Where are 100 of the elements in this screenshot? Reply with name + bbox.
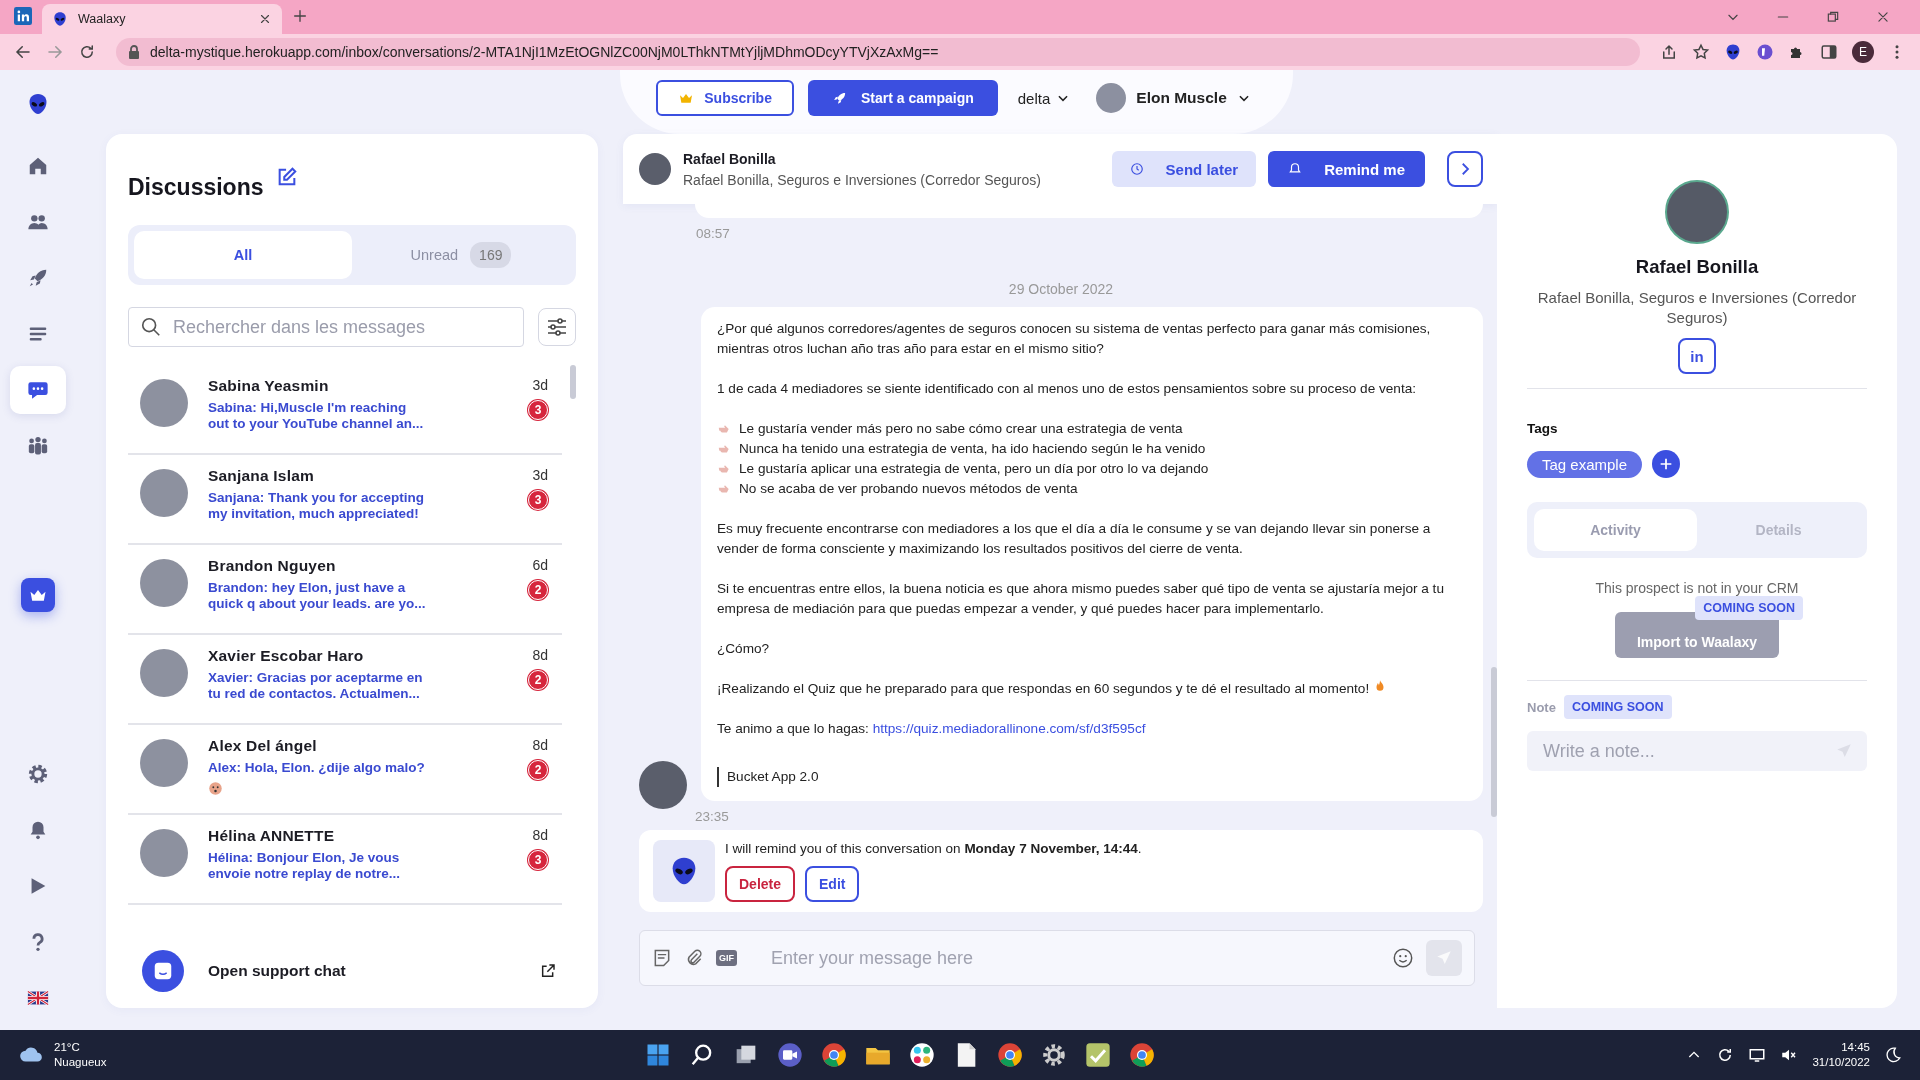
- avatar: [140, 739, 188, 787]
- message-text: 1 de cada 4 mediadores se siente identificado con al menos uno de estos pensamientos sobre su proceso de venta:: [717, 380, 1417, 398]
- message-time: 23:35: [695, 809, 730, 824]
- browser-icon[interactable]: [820, 1041, 848, 1069]
- start-campaign-button[interactable]: Start a campaign: [807, 80, 998, 116]
- group-icon: [27, 435, 49, 457]
- conversation-item[interactable]: Xavier Escobar Haro Xavier: Gracias por aceptarme en tu red de contactos. Actualmen... 8d 2: [128, 635, 562, 725]
- monitor-icon[interactable]: [1748, 1046, 1767, 1064]
- date-separator: 29 October 2022: [1007, 281, 1115, 297]
- profile-button[interactable]: E: [1852, 41, 1874, 63]
- unread-badge: 2: [528, 760, 548, 780]
- browser-tab[interactable]: Waalaxy: [42, 4, 282, 34]
- message-text: ¿Cómo?: [717, 640, 771, 658]
- side-panel-icon[interactable]: [1820, 43, 1838, 61]
- delete-button[interactable]: Delete: [725, 865, 796, 902]
- avatar: [1096, 83, 1127, 113]
- close-icon[interactable]: [258, 12, 272, 26]
- weather-text: Nuagueux: [54, 1055, 107, 1070]
- message-preview: Hélina: Bonjour Elon, Je vous envoie notre replay de notre...: [208, 850, 402, 882]
- edit-button[interactable]: Edit: [805, 865, 860, 902]
- contact-subtitle: Rafael Bonilla, Seguros e Inversiones (Corredor Seguros): [683, 171, 1042, 188]
- sliders-icon: [545, 315, 569, 339]
- filter-tab[interactable]: All: [134, 231, 352, 279]
- plus-icon[interactable]: [292, 8, 308, 24]
- address-bar[interactable]: delta-mystique.herokuapp.com/inbox/conversations/2-MTA1NjI1MzEtOGNlZC00NjM0LThkNTMtYjljMDhmODcyYTVjXzAxMg==: [116, 38, 1640, 66]
- unread-badge: 3: [528, 490, 548, 510]
- avatar: [140, 559, 188, 607]
- alien-icon[interactable]: [1724, 43, 1742, 61]
- next-button[interactable]: [1447, 151, 1483, 187]
- star-icon[interactable]: [1692, 43, 1710, 61]
- avatar: [639, 761, 687, 809]
- message-preview: Xavier: Gracias por aceptarme en tu red de contactos. Actualmen...: [208, 670, 424, 702]
- app-icon[interactable]: [1084, 1041, 1112, 1069]
- reminder-text: I will remind you of this conversation on Monday 7 November, 14:44.: [725, 840, 1142, 856]
- section-label: Note: [1527, 699, 1556, 715]
- scrollbar-thumb[interactable]: [570, 365, 576, 399]
- user-menu[interactable]: Elon Muscle: [1090, 82, 1257, 114]
- contact-name: Rafael Bonilla: [1635, 256, 1759, 278]
- gear-icon[interactable]: [1040, 1041, 1068, 1069]
- time-label: 8d: [532, 827, 548, 843]
- filter-tab[interactable]: Unread 169: [352, 231, 570, 279]
- emoji-icon[interactable]: [1392, 947, 1414, 969]
- chat-nav-item[interactable]: [10, 366, 66, 414]
- coming-soon-badge: COMING SOON: [1563, 695, 1672, 719]
- close-icon[interactable]: [1876, 10, 1890, 24]
- linkedin-button[interactable]: in: [1678, 338, 1716, 374]
- home-icon: [27, 155, 49, 177]
- support-chat-link[interactable]: Open support chat: [208, 962, 516, 980]
- contact-name: Sabina Yeasmin: [208, 377, 330, 395]
- bullet-text: Nunca ha tenido una estrategia de venta, ha ido haciendo según le ha venido: [739, 440, 1206, 458]
- time-label: 8d: [532, 647, 548, 663]
- linkedin-icon[interactable]: [14, 7, 32, 25]
- avatar: [140, 469, 188, 517]
- reload-icon[interactable]: [78, 43, 96, 61]
- contact-name: Brandon Nguyen: [208, 557, 337, 575]
- lock-icon: [128, 45, 140, 59]
- share-icon[interactable]: [1660, 43, 1678, 61]
- send-later-button[interactable]: Send later: [1111, 151, 1257, 187]
- restore-icon[interactable]: [1826, 10, 1840, 24]
- extension-icon[interactable]: [1756, 43, 1774, 61]
- back-icon[interactable]: [14, 43, 32, 61]
- time-label: 6d: [532, 557, 548, 573]
- message-text: Es muy frecuente encontrarse con mediadores a los que el día a día le consume y se van dejando llevar sin ponerse a vender de forma consciente y maximizando los resultados positivos del cierre de venta.: [717, 520, 1432, 558]
- external-link-icon[interactable]: [540, 963, 556, 979]
- filter-button[interactable]: [538, 308, 576, 346]
- scrollbar-thumb[interactable]: [1491, 667, 1497, 817]
- note-icon[interactable]: [652, 948, 672, 968]
- search-icon: [140, 316, 162, 338]
- workspace-dropdown[interactable]: delta: [1011, 88, 1077, 108]
- contact-subtitle: Rafael Bonilla, Seguros e Inversiones (Corredor Seguros): [1536, 288, 1858, 328]
- conversation-item[interactable]: Hélina ANNETTE Hélina: Bonjour Elon, Je vous envoie notre replay de notre... 8d 3: [128, 815, 562, 905]
- search-field[interactable]: Rechercher dans les messages: [128, 307, 524, 347]
- bell-icon: [1288, 162, 1303, 176]
- conversation-item[interactable]: Alex Del ángel Alex: Hola, Elon. ¿dije algo malo? 8d 2: [128, 725, 562, 815]
- avatar: [140, 379, 188, 427]
- message-text: Te animo a que lo hagas: https://quiz.mediadorallinone.com/sf/d3f595cf: [717, 720, 1147, 738]
- contact-name: Xavier Escobar Haro: [208, 647, 365, 665]
- video-camera-icon[interactable]: [776, 1041, 804, 1069]
- moon-icon[interactable]: [1884, 1046, 1902, 1064]
- avatar: [1665, 180, 1729, 244]
- premium-button[interactable]: [21, 578, 55, 612]
- contact-name: Sanjana Islam: [208, 467, 315, 485]
- crm-status-text: This prospect is not in your CRM: [1594, 580, 1800, 596]
- tag[interactable]: Tag example: [1527, 450, 1643, 478]
- message-input[interactable]: GIF Enter your message here: [639, 930, 1475, 986]
- subscribe-button[interactable]: Subscribe: [656, 80, 794, 116]
- gif-button[interactable]: GIF: [716, 950, 737, 966]
- avatar: [140, 829, 188, 877]
- gear-icon: [27, 763, 49, 785]
- app-icon[interactable]: [908, 1041, 936, 1069]
- quiz-link[interactable]: https://quiz.mediadorallinone.com/sf/d3f595cf: [872, 721, 1146, 736]
- conversation-item[interactable]: Sabina Yeasmin Sabina: Hi,Muscle I'm reaching out to your YouTube channel an... 3d 3: [128, 365, 562, 455]
- remind-me-button[interactable]: Remind me: [1268, 151, 1425, 187]
- browser-icon[interactable]: [1128, 1041, 1156, 1069]
- conversation-item[interactable]: Sanjana Islam Sanjana: Thank you for accepting my invitation, much appreciated! 3d 3: [128, 455, 562, 545]
- message-text: ¡Realizando el Quiz que he preparado para que respondas en 60 segundos y te dé el resultado al momento!: [717, 679, 1465, 699]
- conversation-item[interactable]: Brandon Nguyen Brandon: hey Elon, just have a quick q about your leads. are yo... 6d 2: [128, 545, 562, 635]
- browser-icon[interactable]: [996, 1041, 1024, 1069]
- add-tag-button[interactable]: [1652, 450, 1681, 478]
- panel-title: Discussions: [128, 174, 264, 201]
